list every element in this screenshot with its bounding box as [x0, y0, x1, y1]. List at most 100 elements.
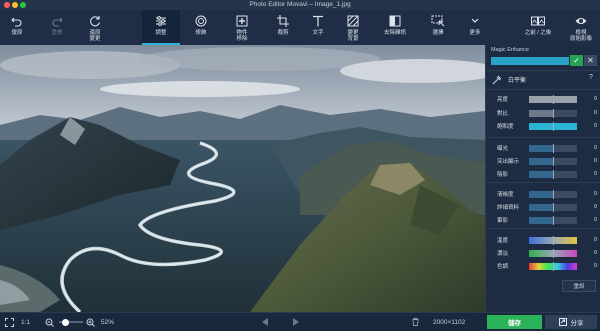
slider-row[interactable]: 對比 0 — [486, 108, 600, 119]
magic-enhance-title: Magic Enhance — [491, 47, 529, 53]
zoom-slider-handle[interactable] — [62, 318, 69, 326]
divider — [486, 228, 600, 229]
background-icon — [346, 14, 360, 28]
divider — [486, 182, 600, 183]
redo-icon — [50, 14, 64, 28]
sliders-icon — [154, 14, 168, 28]
slider-label: 陰影 — [497, 172, 509, 178]
slider-handle[interactable] — [553, 170, 554, 179]
reset-changes-button[interactable]: 還原 變更 — [82, 10, 108, 45]
slider-fill — [529, 158, 553, 165]
slider-value[interactable]: 0 — [582, 158, 597, 165]
zoom-out-icon[interactable] — [45, 313, 54, 331]
fit-to-screen-icon[interactable] — [5, 313, 14, 331]
slider-label: 濃淡 — [497, 251, 509, 257]
image-dimensions: 2000×1102 — [433, 318, 466, 326]
divider — [486, 137, 600, 138]
reset-button[interactable]: 重設 — [562, 280, 596, 292]
slider-handle[interactable] — [553, 236, 554, 245]
slider-handle[interactable] — [553, 249, 554, 258]
magic-enhance-slider[interactable] — [491, 57, 569, 65]
slider-value[interactable]: 0 — [582, 217, 597, 224]
slider-row[interactable]: 陰影 0 — [486, 169, 600, 180]
next-image-icon[interactable] — [292, 313, 299, 331]
slider-value[interactable]: 0 — [582, 191, 597, 198]
view-original-button[interactable]: 檢視 原始影像 — [565, 10, 597, 45]
previous-image-icon[interactable] — [262, 313, 269, 331]
slider-handle[interactable] — [553, 262, 554, 271]
slider-handle[interactable] — [553, 190, 554, 199]
tab-select[interactable]: 選擇 — [425, 10, 451, 45]
tab-noise-removal[interactable]: 去除雜訊 — [378, 10, 412, 45]
slider-row[interactable]: 濃淡 0 — [486, 248, 600, 259]
slider-value[interactable]: 0 — [582, 250, 597, 257]
title-bar: Photo Editor Movavi – Image_1.jpg — [0, 0, 600, 10]
save-button[interactable]: 儲存 — [487, 315, 542, 329]
slider-row[interactable]: 詳細資料 0 — [486, 202, 600, 213]
share-icon — [558, 318, 567, 326]
tab-text[interactable]: 文字 — [305, 10, 331, 45]
slider-value[interactable]: 0 — [582, 237, 597, 244]
delete-icon[interactable] — [412, 313, 419, 331]
share-button[interactable]: 分享 — [545, 315, 597, 329]
zoom-percent: 52% — [101, 318, 115, 326]
more-button[interactable]: 更多 — [464, 10, 486, 45]
slider-row[interactable]: 突出顯示 0 — [486, 156, 600, 167]
slider-label: 暈影 — [497, 218, 509, 224]
slider-value[interactable]: 0 — [582, 96, 597, 103]
slider-row[interactable]: 清晰度 0 — [486, 189, 600, 200]
slider-row[interactable]: 色調 0 — [486, 261, 600, 272]
eye-icon — [574, 14, 588, 28]
slider-row[interactable]: 飽和度 0 — [486, 121, 600, 132]
photo-canvas[interactable] — [0, 45, 485, 312]
slider-fill — [529, 217, 553, 224]
slider-label: 詳細資料 — [497, 205, 520, 211]
before-after-button[interactable]: 之前 / 之後 — [518, 10, 558, 45]
slider-handle[interactable] — [553, 216, 554, 225]
adjust-panel: Magic Enhance ✓ ✕ 白平衡 ? 亮度 0 對比 0 飽和度 0 曝光 0 突出顯… — [485, 45, 600, 312]
slider-row[interactable]: 溫度 0 — [486, 235, 600, 246]
share-label: 分享 — [570, 320, 584, 327]
tab-retouch[interactable]: 修飾 — [188, 10, 214, 45]
tab-change-background[interactable]: 變更 背景 — [339, 10, 367, 45]
divider — [486, 70, 600, 71]
refresh-icon — [88, 14, 102, 28]
zoom-in-icon[interactable] — [86, 313, 95, 331]
close-icon[interactable]: ✕ — [584, 55, 597, 66]
chevron-down-icon — [468, 14, 482, 28]
slider-handle[interactable] — [553, 203, 554, 212]
slider-handle[interactable] — [553, 109, 554, 118]
undo-button[interactable]: 復原 — [4, 10, 30, 45]
slider-fill — [529, 110, 553, 117]
tab-crop[interactable]: 裁剪 — [270, 10, 296, 45]
help-icon[interactable]: ? — [589, 74, 593, 81]
slider-value[interactable]: 0 — [582, 263, 597, 270]
bottom-bar: 1:1 52% 2000×1102 儲存 分享 — [0, 312, 600, 331]
slider-label: 對比 — [497, 111, 509, 117]
zoom-1to1-button[interactable]: 1:1 — [21, 313, 30, 331]
slider-label: 色調 — [497, 264, 509, 270]
slider-handle[interactable] — [553, 122, 554, 131]
slider-handle[interactable] — [553, 157, 554, 166]
slider-handle[interactable] — [553, 95, 554, 104]
slider-label: 曝光 — [497, 146, 509, 152]
tab-adjust[interactable]: 調整 — [142, 10, 180, 45]
slider-value[interactable]: 0 — [582, 204, 597, 211]
slider-row[interactable]: 亮度 0 — [486, 94, 600, 105]
slider-row[interactable]: 曝光 0 — [486, 143, 600, 154]
app-window: Photo Editor Movavi – Image_1.jpg 復原 重做 … — [0, 0, 600, 331]
redo-button[interactable]: 重做 — [44, 10, 70, 45]
white-balance-row[interactable]: 白平衡 ? — [486, 73, 600, 87]
check-icon[interactable]: ✓ — [570, 55, 583, 66]
slider-value[interactable]: 0 — [582, 171, 597, 178]
slider-handle[interactable] — [553, 144, 554, 153]
slider-value[interactable]: 0 — [582, 145, 597, 152]
slider-row[interactable]: 暈影 0 — [486, 215, 600, 226]
slider-value[interactable]: 0 — [582, 123, 597, 130]
retouch-icon — [194, 14, 208, 28]
undo-icon — [10, 14, 24, 28]
slider-fill — [529, 171, 553, 178]
slider-label: 飽和度 — [497, 124, 514, 130]
slider-value[interactable]: 0 — [582, 110, 597, 117]
tab-remove-object[interactable]: 物件 移除 — [229, 10, 255, 45]
